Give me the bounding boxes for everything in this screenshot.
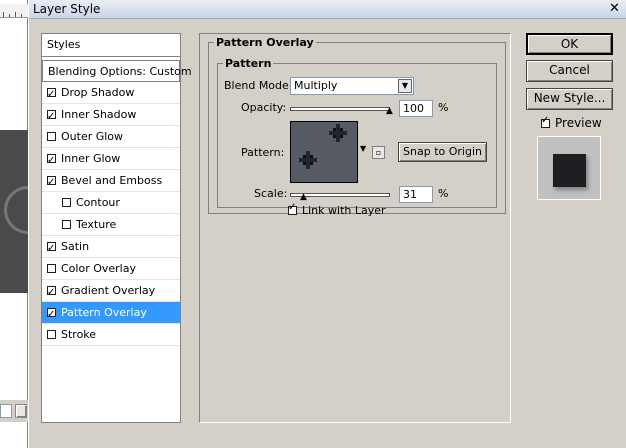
ok-button[interactable]: OK: [526, 33, 613, 55]
style-item-drop-shadow[interactable]: Drop Shadow: [42, 82, 180, 106]
styles-header[interactable]: Styles: [42, 34, 180, 57]
status-menu-button[interactable]: [15, 404, 27, 418]
checkbox-icon[interactable]: [541, 115, 550, 128]
pattern-cross-mark: [329, 124, 347, 142]
preview-swatch: [553, 154, 586, 187]
background-document-window: [0, 0, 28, 448]
scale-input[interactable]: 31: [399, 186, 433, 203]
opacity-percent: %: [438, 101, 449, 114]
style-item-pattern-overlay[interactable]: Pattern Overlay: [42, 302, 180, 326]
group-title: Pattern: [223, 57, 274, 70]
layer-style-dialog: Layer Style ✕ Styles Blending Options: C…: [28, 0, 626, 448]
blend-mode-value: Multiply: [294, 79, 338, 92]
pattern-label: Pattern:: [241, 146, 285, 159]
chevron-down-icon: ▼: [398, 79, 412, 93]
checkbox-icon[interactable]: [47, 150, 56, 172]
pattern-overlay-group: Pattern Overlay Pattern Blend Mode: Mult…: [208, 36, 506, 217]
checkbox-icon[interactable]: [62, 198, 71, 207]
preview-label: Preview: [555, 116, 602, 130]
style-item-inner-glow[interactable]: Inner Glow: [42, 148, 180, 172]
style-item-label: Contour: [76, 196, 120, 209]
style-item-color-overlay[interactable]: Color Overlay: [42, 258, 180, 280]
style-item-inner-shadow[interactable]: Inner Shadow: [42, 104, 180, 128]
scale-slider-thumb[interactable]: ▲: [300, 193, 309, 202]
style-item-label: Inner Shadow: [61, 108, 137, 121]
opacity-slider[interactable]: [290, 107, 390, 111]
style-item-label: Outer Glow: [61, 130, 124, 143]
canvas-artwork: [4, 186, 28, 234]
zoom-field[interactable]: [0, 404, 12, 418]
section-title: Pattern Overlay: [214, 36, 316, 49]
checkbox-icon[interactable]: [47, 330, 56, 339]
opacity-input[interactable]: 100: [399, 100, 433, 117]
style-item-label: Pattern Overlay: [61, 306, 147, 319]
checkbox-icon[interactable]: [288, 202, 297, 215]
pattern-picker-arrow-icon[interactable]: ▼: [360, 144, 366, 153]
style-item-gradient-overlay[interactable]: Gradient Overlay: [42, 280, 180, 304]
scale-percent: %: [438, 187, 449, 200]
link-with-layer-checkbox[interactable]: Link with Layer: [288, 202, 386, 217]
style-item-contour[interactable]: Contour: [42, 192, 180, 214]
checkbox-icon[interactable]: [47, 304, 56, 326]
scale-label: Scale:: [254, 187, 288, 200]
checkbox-icon[interactable]: [47, 106, 56, 128]
pattern-group: Pattern Blend Mode: Multiply ▼ Opacity: …: [217, 57, 497, 217]
new-style-button[interactable]: New Style...: [526, 88, 613, 110]
style-item-label: Drop Shadow: [61, 86, 135, 99]
close-icon[interactable]: ✕: [606, 1, 623, 17]
snap-to-origin-button[interactable]: Snap to Origin: [398, 142, 487, 162]
ruler: [0, 4, 28, 18]
title-bar: Layer Style ✕: [29, 0, 626, 19]
checkbox-icon[interactable]: [47, 84, 56, 106]
opacity-label: Opacity:: [241, 101, 287, 114]
opacity-slider-thumb[interactable]: ▲: [386, 107, 395, 116]
checkbox-icon[interactable]: [62, 220, 71, 229]
blend-mode-select[interactable]: Multiply ▼: [290, 77, 414, 95]
blending-options-item[interactable]: Blending Options: Custom: [42, 60, 192, 82]
pattern-swatch[interactable]: [290, 121, 358, 183]
pattern-cross-mark: [299, 151, 317, 169]
style-preview: [537, 136, 601, 200]
style-item-label: Stroke: [61, 328, 97, 341]
preview-checkbox[interactable]: Preview: [541, 115, 602, 130]
blend-mode-label: Blend Mode:: [224, 79, 293, 92]
style-item-label: Inner Glow: [61, 152, 121, 165]
style-item-outer-glow[interactable]: Outer Glow: [42, 126, 180, 148]
style-item-texture[interactable]: Texture: [42, 214, 180, 236]
style-item-label: Gradient Overlay: [61, 284, 156, 297]
cancel-button[interactable]: Cancel: [526, 60, 613, 82]
window-title: Layer Style: [33, 2, 101, 16]
styles-list: Styles Blending Options: Custom Drop Sha…: [41, 33, 192, 423]
checkbox-icon[interactable]: [47, 172, 56, 194]
style-item-label: Bevel and Emboss: [61, 174, 163, 187]
checkbox-icon[interactable]: [47, 132, 56, 141]
style-item-bevel-and-emboss[interactable]: Bevel and Emboss: [42, 170, 180, 194]
new-preset-icon[interactable]: ▫: [372, 146, 385, 159]
style-item-satin[interactable]: Satin: [42, 236, 180, 260]
link-with-layer-label: Link with Layer: [302, 204, 386, 217]
checkbox-icon[interactable]: [47, 264, 56, 273]
style-item-label: Satin: [61, 240, 90, 253]
style-item-label: Color Overlay: [61, 262, 136, 275]
document-canvas: [0, 130, 28, 293]
status-bar: [0, 400, 28, 422]
checkbox-icon[interactable]: [47, 238, 56, 260]
checkbox-icon[interactable]: [47, 282, 56, 304]
style-item-stroke[interactable]: Stroke: [42, 324, 180, 346]
options-panel: Pattern Overlay Pattern Blend Mode: Mult…: [199, 33, 511, 423]
style-item-label: Texture: [76, 218, 117, 231]
